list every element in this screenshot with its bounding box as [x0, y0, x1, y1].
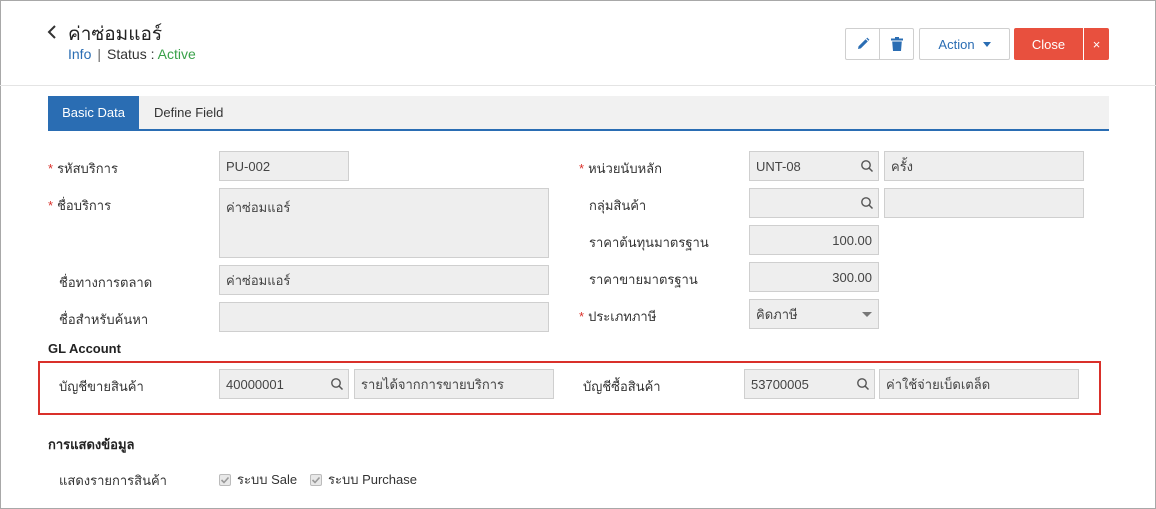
sales-account-label: บัญชีขายสินค้า — [59, 379, 144, 394]
purchase-account-name-field[interactable]: ค่าใช้จ่ายเบ็ดเตล็ด — [879, 369, 1079, 399]
marketing-name-field[interactable]: ค่าซ่อมแอร์ — [219, 265, 549, 295]
marketing-name-label: ชื่อทางการตลาด — [59, 275, 153, 290]
display-section-title: การแสดงข้อมูล — [48, 437, 135, 452]
tax-type-value: คิดภาษี — [756, 306, 798, 322]
page-header: ค่าซ่อมแอร์ Info | Status : Active Action … — [0, 0, 1156, 86]
main-unit-code-field[interactable]: UNT-08 — [749, 151, 879, 181]
sales-account-name-field[interactable]: รายได้จากการขายบริการ — [354, 369, 554, 399]
chevron-down-icon — [982, 41, 991, 47]
action-label: Action — [938, 36, 975, 52]
service-name-label: * ชื่อบริการ — [48, 198, 112, 213]
sale-checkbox-label: ระบบ Sale — [237, 472, 298, 487]
tab-define-field[interactable]: Define Field — [154, 96, 223, 129]
edit-button[interactable] — [845, 28, 880, 60]
main-unit-code-value: UNT-08 — [756, 158, 801, 174]
tax-type-label: * ประเภทภาษี — [579, 309, 657, 324]
purchase-checkbox-label: ระบบ Purchase — [328, 472, 418, 487]
status-line: Info | Status : Active — [68, 46, 196, 62]
main-unit-label: * หน่วยนับหลัก — [579, 161, 662, 176]
search-icon[interactable] — [330, 377, 344, 391]
service-code-field[interactable]: PU-002 — [219, 151, 349, 181]
search-name-label: ชื่อสำหรับค้นหา — [59, 312, 149, 327]
action-dropdown-button[interactable]: Action — [919, 28, 1010, 60]
product-group-name-field[interactable] — [884, 188, 1084, 218]
service-code-label: * รหัสบริการ — [48, 161, 118, 176]
info-link[interactable]: Info — [68, 46, 91, 62]
tax-type-select[interactable]: คิดภาษี — [749, 299, 879, 329]
search-icon[interactable] — [856, 377, 870, 391]
std-cost-field[interactable]: 100.00 — [749, 225, 879, 255]
back-arrow-icon[interactable] — [46, 22, 62, 42]
pencil-icon — [857, 37, 869, 49]
search-icon[interactable] — [860, 196, 874, 210]
tab-basic-data[interactable]: Basic Data — [48, 96, 139, 129]
sales-account-code-value: 40000001 — [226, 376, 284, 392]
page-title: ค่าซ่อมแอร์ — [68, 24, 163, 45]
close-x-button[interactable]: × — [1084, 28, 1109, 60]
search-icon[interactable] — [860, 159, 874, 173]
purchase-account-label: บัญชีซื้อสินค้า — [583, 379, 661, 394]
delete-button[interactable] — [879, 28, 914, 60]
tab-bar: Basic Data Define Field — [48, 96, 1109, 131]
product-group-label: กลุ่มสินค้า — [589, 198, 647, 213]
std-cost-label: ราคาต้นทุนมาตรฐาน — [589, 235, 709, 250]
gl-account-title: GL Account — [48, 341, 121, 356]
std-price-label: ราคาขายมาตรฐาน — [589, 272, 698, 287]
status-colon: : — [150, 46, 155, 62]
sale-checkbox[interactable]: ระบบ Sale — [219, 469, 297, 490]
product-group-code-field[interactable] — [749, 188, 879, 218]
status-badge: Active — [157, 46, 196, 62]
show-items-label: แสดงรายการสินค้า — [59, 473, 167, 488]
search-name-field[interactable] — [219, 302, 549, 332]
service-name-field[interactable]: ค่าซ่อมแอร์ — [219, 188, 549, 258]
purchase-checkbox[interactable]: ระบบ Purchase — [310, 469, 417, 490]
divider: | — [97, 46, 101, 62]
sales-account-code-field[interactable]: 40000001 — [219, 369, 349, 399]
status-label: Status — [107, 46, 147, 62]
trash-icon — [890, 37, 903, 51]
main-unit-name-field[interactable]: ครั้ง — [884, 151, 1084, 181]
chevron-down-icon — [862, 312, 872, 317]
close-button[interactable]: Close — [1014, 28, 1083, 60]
checkbox-checked-icon — [219, 473, 231, 486]
std-price-field[interactable]: 300.00 — [749, 262, 879, 292]
purchase-account-code-value: 53700005 — [751, 376, 809, 392]
checkbox-checked-icon — [310, 473, 322, 486]
purchase-account-code-field[interactable]: 53700005 — [744, 369, 875, 399]
